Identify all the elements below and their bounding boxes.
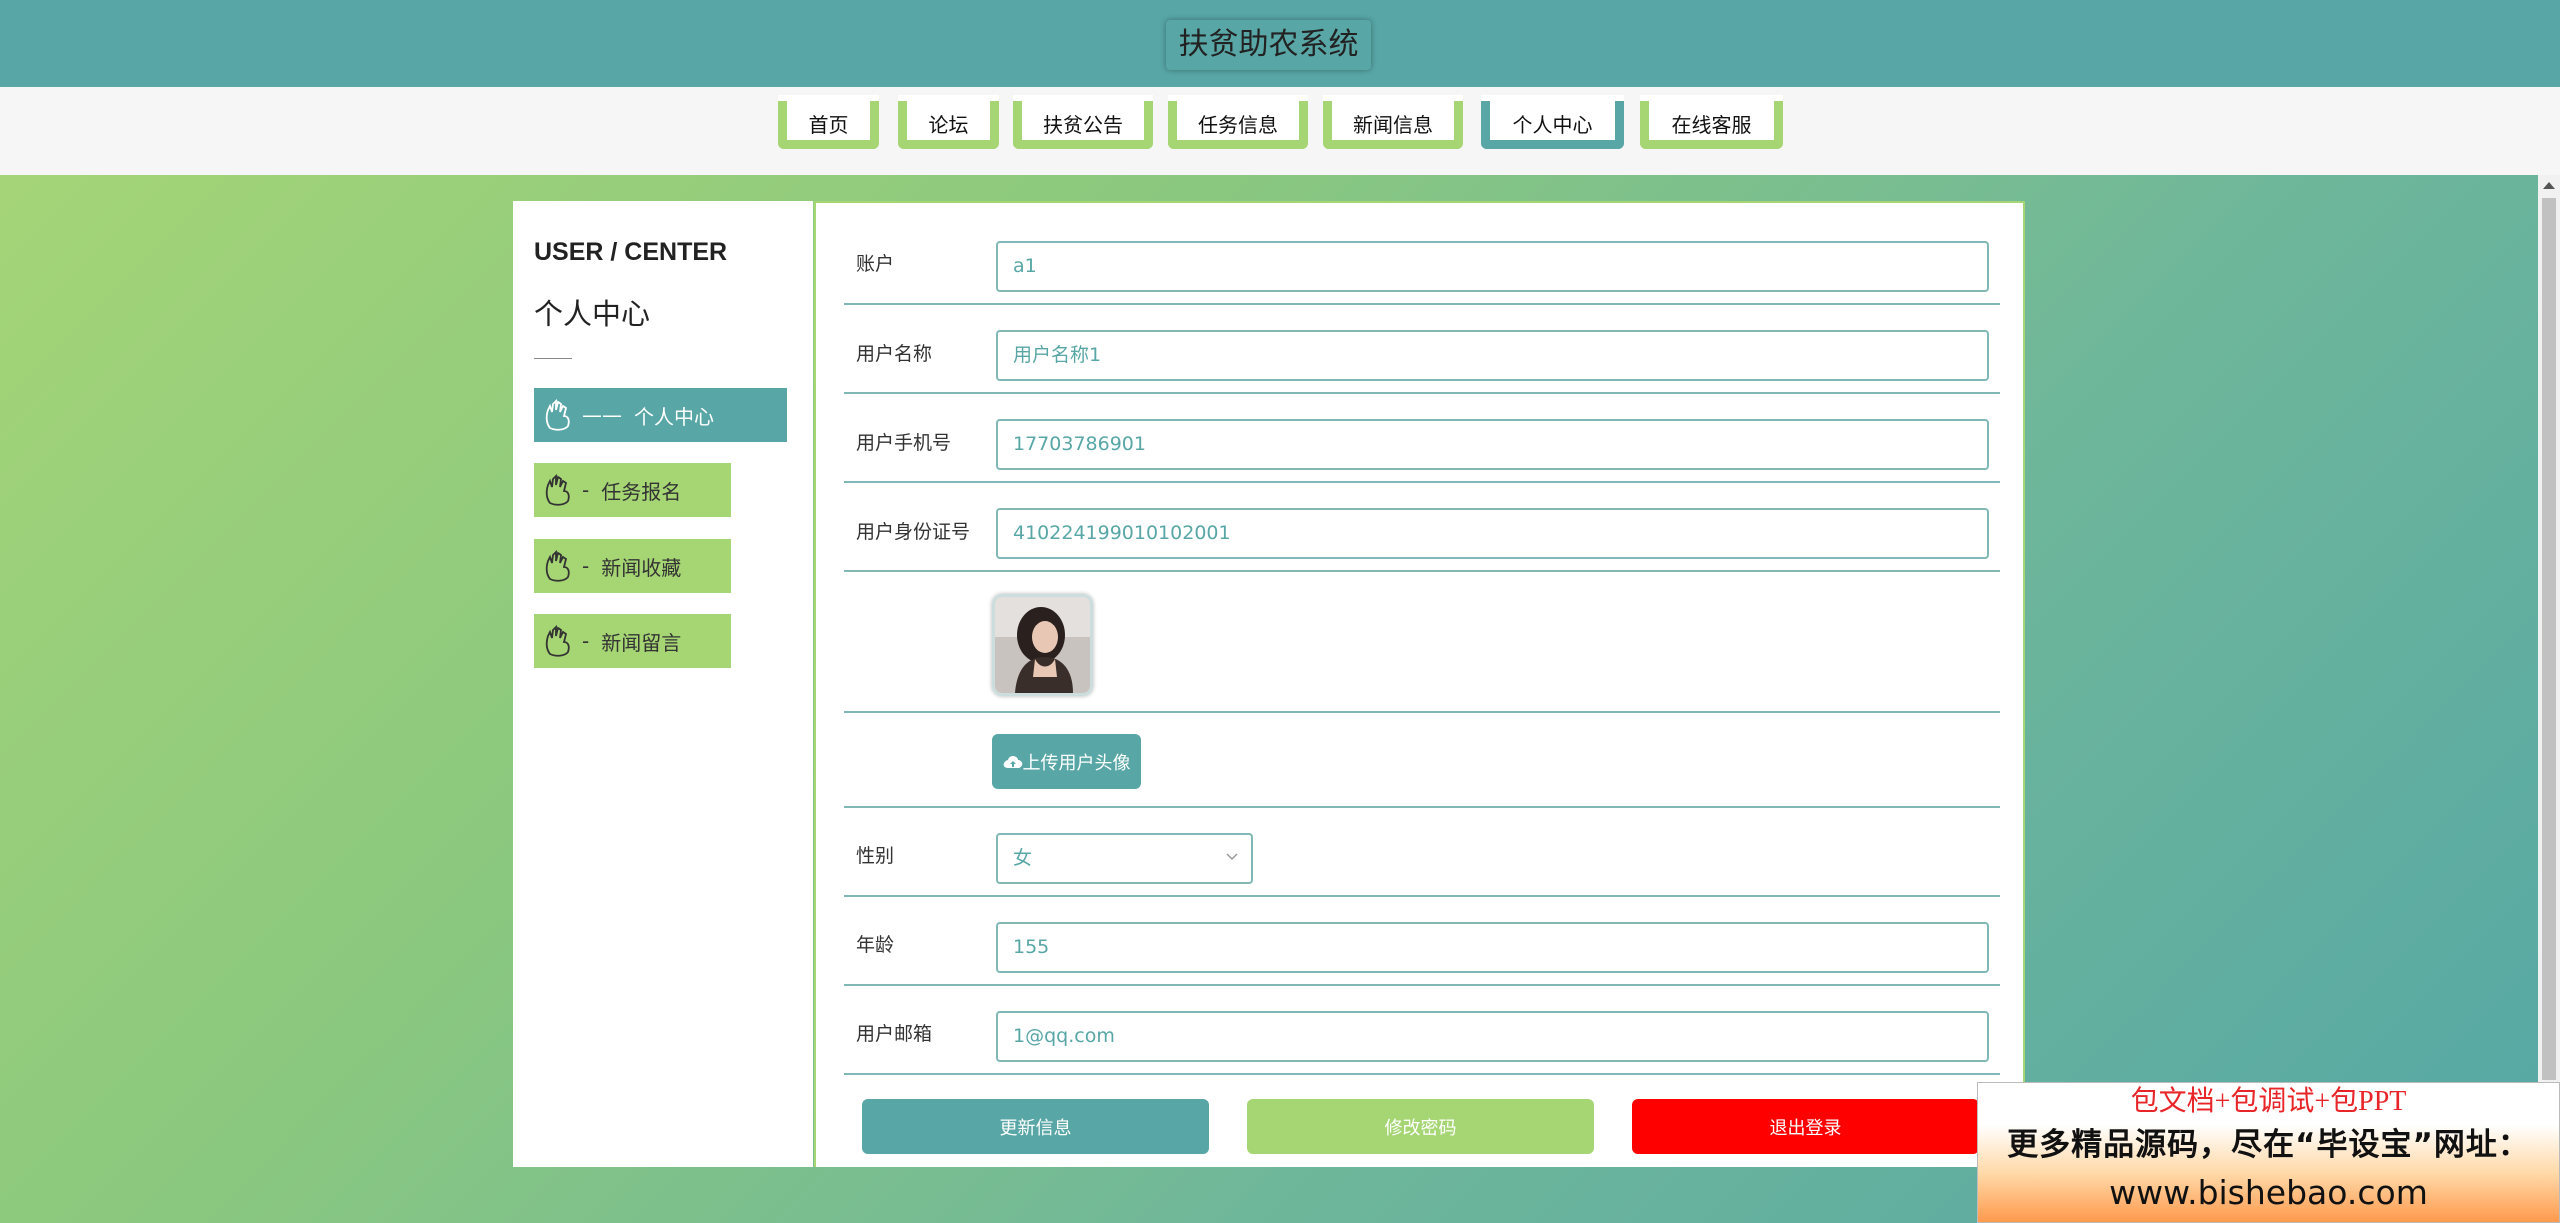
scroll-up-icon[interactable] — [2543, 182, 2555, 189]
username-label: 用户名称 — [856, 343, 933, 365]
idcard-label: 用户身份证号 — [856, 521, 971, 543]
change-password-button[interactable]: 修改密码 — [1247, 1099, 1594, 1154]
sidebar-item-prefix: - — [582, 478, 590, 502]
phone-label: 用户手机号 — [856, 432, 952, 454]
form-row-email: 用户邮箱 1@qq.com — [844, 986, 2000, 1075]
sidebar-item-label: 新闻收藏 — [601, 555, 682, 580]
sidebar-item-user-center[interactable]: —— 个人中心 — [534, 388, 787, 442]
nav-item-tasks[interactable]: 任务信息 — [1168, 95, 1308, 149]
form-row-gender: 性别 女 — [844, 808, 2000, 897]
form-row-username: 用户名称 用户名称1 — [844, 305, 2000, 394]
account-label: 账户 — [856, 253, 895, 275]
nav-item-user-center[interactable]: 个人中心 — [1481, 95, 1624, 149]
sidebar-item-news-comments[interactable]: - 新闻留言 — [534, 614, 731, 668]
sidebar: USER / CENTER 个人中心 —— 个人中心 - 任务报名 - 新闻收藏… — [513, 201, 813, 1167]
sidebar-item-prefix: - — [582, 554, 590, 578]
profile-form: 账户 a1 用户名称 用户名称1 用户手机号 17703786901 用户身份证… — [814, 201, 2025, 1167]
chevron-down-icon — [1226, 853, 1238, 861]
idcard-field[interactable]: 410224199010102001 — [996, 508, 1989, 559]
phone-field[interactable]: 17703786901 — [996, 419, 1989, 470]
logout-button[interactable]: 退出登录 — [1632, 1099, 1979, 1154]
ad-line-3: www.bishebao.com — [2109, 1173, 2428, 1212]
form-row-account: 账户 a1 — [844, 203, 2000, 305]
email-label: 用户邮箱 — [856, 1023, 933, 1045]
sidebar-item-label: 个人中心 — [634, 404, 714, 429]
divider — [534, 358, 572, 359]
avatar-photo — [995, 597, 1090, 693]
sidebar-item-label: 任务报名 — [601, 479, 682, 504]
scrollbar-thumb[interactable] — [2542, 198, 2556, 1080]
account-field[interactable]: a1 — [996, 241, 1989, 292]
ad-banner[interactable]: 包文档+包调试+包PPT 更多精品源码，尽在“毕设宝”网址： www.bishe… — [1977, 1082, 2560, 1223]
sidebar-heading-en: USER / CENTER — [534, 238, 728, 266]
hand-icon — [545, 398, 570, 431]
nav-item-home[interactable]: 首页 — [778, 95, 879, 149]
cloud-upload-icon — [1003, 755, 1022, 768]
sidebar-item-prefix: - — [582, 629, 590, 653]
email-field[interactable]: 1@qq.com — [996, 1011, 1989, 1062]
upload-avatar-button[interactable]: 上传用户头像 — [992, 734, 1141, 789]
header: 扶贫助农系统 — [0, 0, 2560, 87]
nav-item-news[interactable]: 新闻信息 — [1323, 95, 1463, 149]
hand-icon — [545, 624, 570, 657]
username-field[interactable]: 用户名称1 — [996, 330, 1989, 381]
gender-label: 性别 — [856, 845, 895, 867]
gender-value: 女 — [1013, 847, 1033, 869]
sidebar-heading-cn: 个人中心 — [534, 297, 651, 331]
sidebar-item-label: 新闻留言 — [601, 630, 682, 655]
ad-line-1: 包文档+包调试+包PPT — [2130, 1086, 2407, 1117]
age-field[interactable]: 155 — [996, 922, 1989, 973]
nav-item-online-service[interactable]: 在线客服 — [1640, 95, 1783, 149]
nav-item-announcement[interactable]: 扶贫公告 — [1013, 95, 1153, 149]
ad-line-2: 更多精品源码，尽在“毕设宝”网址： — [2007, 1127, 2530, 1163]
hand-icon — [545, 549, 570, 582]
sidebar-item-news-favorites[interactable]: - 新闻收藏 — [534, 539, 731, 593]
update-info-button[interactable]: 更新信息 — [862, 1099, 1209, 1154]
site-title: 扶贫助农系统 — [1166, 20, 1371, 70]
sidebar-item-task-signup[interactable]: - 任务报名 — [534, 463, 731, 517]
form-row-phone: 用户手机号 17703786901 — [844, 394, 2000, 483]
form-row-age: 年龄 155 — [844, 897, 2000, 986]
gender-select[interactable]: 女 — [996, 833, 1253, 884]
hand-icon — [545, 473, 570, 506]
avatar — [992, 594, 1093, 696]
nav-item-forum[interactable]: 论坛 — [898, 95, 999, 149]
nav-bar: 首页 论坛 扶贫公告 任务信息 新闻信息 个人中心 在线客服 — [0, 87, 2560, 175]
upload-avatar-label: 上传用户头像 — [1022, 752, 1131, 774]
sidebar-item-prefix: —— — [582, 403, 622, 427]
age-label: 年龄 — [856, 934, 895, 956]
form-row-idcard: 用户身份证号 410224199010102001 — [844, 483, 2000, 572]
